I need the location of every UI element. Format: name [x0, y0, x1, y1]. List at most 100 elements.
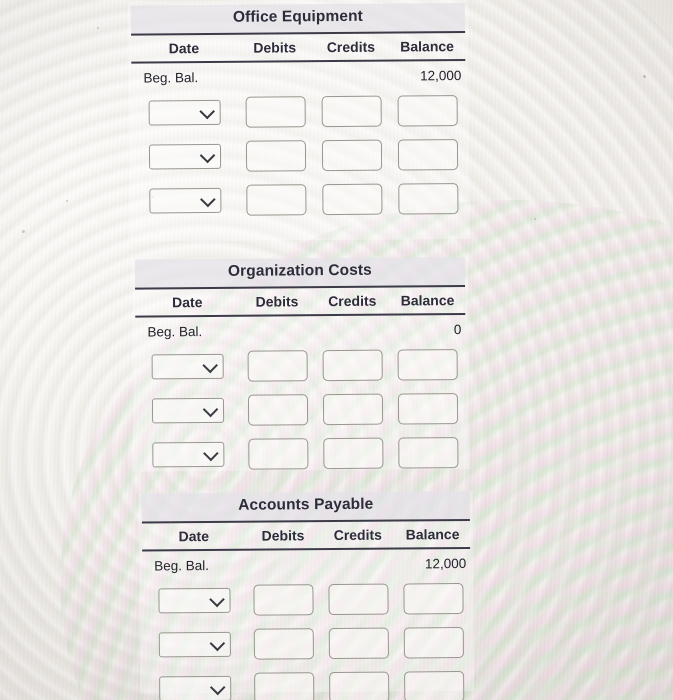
credits-cell	[321, 671, 396, 700]
ledger-entry-row	[132, 132, 466, 179]
date-cell	[136, 441, 240, 467]
credits-input[interactable]	[328, 627, 389, 659]
date-cell	[132, 187, 238, 213]
ledger-entry-row	[136, 342, 466, 389]
chevron-down-icon	[209, 635, 225, 652]
beginning-balance-row: Beg. Bal. 12,000	[131, 61, 465, 91]
column-header-debits: Debits	[253, 39, 297, 56]
balance-input[interactable]	[398, 182, 459, 215]
balance-input[interactable]	[397, 138, 459, 171]
date-select[interactable]	[152, 441, 225, 467]
ledger-entry-row	[136, 430, 466, 477]
chevron-down-icon	[199, 191, 216, 208]
debits-cell	[237, 139, 313, 172]
ledger-title: Organization Costs	[134, 256, 466, 290]
credits-input[interactable]	[321, 139, 382, 171]
date-select[interactable]	[148, 143, 221, 169]
credits-cell	[315, 393, 391, 425]
balance-cell	[390, 138, 466, 171]
date-select[interactable]	[149, 187, 222, 213]
balance-cell	[390, 348, 466, 381]
column-header-date: Date	[178, 528, 210, 545]
date-select[interactable]	[158, 631, 231, 657]
debits-input[interactable]	[253, 583, 314, 616]
date-cell	[132, 99, 238, 125]
balance-cell	[396, 582, 471, 614]
balance-input[interactable]	[398, 392, 459, 425]
column-header-date: Date	[172, 294, 203, 311]
date-select[interactable]	[158, 587, 231, 613]
date-cell	[143, 675, 247, 700]
debits-input[interactable]	[245, 183, 307, 216]
credits-input[interactable]	[322, 393, 384, 425]
credits-cell	[315, 349, 391, 381]
date-select[interactable]	[148, 99, 221, 125]
ledger-accounts-payable: Accounts Payable Date Debits Credits Bal…	[141, 490, 472, 700]
balance-input[interactable]	[403, 670, 464, 700]
debits-cell	[246, 583, 321, 616]
credits-cell	[316, 437, 392, 469]
beginning-balance-row: Beg. Bal. 12,000	[142, 549, 470, 579]
chevron-down-icon	[199, 147, 216, 164]
column-header-balance: Balance	[400, 38, 454, 55]
ledger-organization-costs: Organization Costs Date Debits Credits B…	[134, 256, 467, 477]
credits-cell	[314, 139, 390, 171]
ledger-title: Accounts Payable	[141, 490, 470, 524]
date-select[interactable]	[158, 675, 232, 700]
ledger-entry-row	[143, 620, 471, 667]
column-header-balance: Balance	[405, 526, 460, 543]
balance-input[interactable]	[403, 626, 464, 658]
beginning-balance-credits	[321, 564, 396, 565]
debits-input[interactable]	[254, 671, 315, 700]
debits-cell	[240, 393, 316, 426]
ledger-entry-row	[142, 576, 470, 623]
ledger-column-headers: Date Debits Credits Balance	[135, 286, 466, 318]
date-cell	[143, 631, 247, 657]
debits-cell	[240, 349, 316, 382]
column-header-credits: Credits	[333, 526, 382, 544]
credits-input[interactable]	[328, 583, 389, 615]
credits-input[interactable]	[328, 671, 390, 700]
credits-input[interactable]	[322, 349, 383, 381]
debits-input[interactable]	[248, 437, 309, 470]
balance-input[interactable]	[397, 348, 459, 381]
debits-input[interactable]	[245, 139, 306, 172]
debits-input[interactable]	[245, 95, 306, 128]
debits-input[interactable]	[247, 349, 308, 382]
balance-input[interactable]	[397, 94, 458, 127]
credits-cell	[313, 95, 389, 127]
balance-input[interactable]	[402, 582, 464, 614]
balance-cell	[389, 94, 465, 127]
ledger-worksheet: Office Equipment Date Debits Credits Bal…	[0, 0, 673, 700]
chevron-down-icon	[209, 679, 226, 696]
ledger-entry-row	[136, 386, 466, 433]
beginning-balance-value: 12,000	[420, 68, 462, 84]
ledger-entry-row	[143, 664, 471, 700]
column-header-debits: Debits	[261, 527, 305, 544]
balance-cell	[391, 436, 467, 469]
beginning-balance-row: Beg. Bal. 0	[135, 315, 465, 345]
credits-input[interactable]	[321, 183, 383, 215]
date-select[interactable]	[151, 353, 224, 379]
debits-input[interactable]	[247, 393, 308, 426]
column-header-date: Date	[168, 40, 200, 57]
beginning-balance-value: 0	[453, 322, 462, 338]
ledger-office-equipment: Office Equipment Date Debits Credits Bal…	[130, 2, 467, 223]
beginning-balance-label: Beg. Bal.	[147, 324, 203, 340]
credits-input[interactable]	[323, 437, 384, 469]
balance-input[interactable]	[398, 436, 459, 469]
beginning-balance-value: 12,000	[424, 555, 467, 572]
chevron-down-icon	[202, 357, 219, 374]
debits-input[interactable]	[253, 627, 314, 660]
beginning-balance-label: Beg. Bal.	[143, 70, 199, 86]
balance-cell	[396, 626, 471, 658]
ledger-column-headers: Date Debits Credits Balance	[131, 32, 466, 64]
chevron-down-icon	[203, 445, 219, 462]
date-select[interactable]	[152, 397, 225, 423]
beginning-balance-debits	[240, 331, 315, 332]
debits-cell	[238, 183, 314, 216]
debits-cell	[240, 437, 316, 470]
chevron-down-icon	[199, 103, 215, 120]
credits-input[interactable]	[321, 95, 382, 127]
date-cell	[132, 143, 238, 169]
